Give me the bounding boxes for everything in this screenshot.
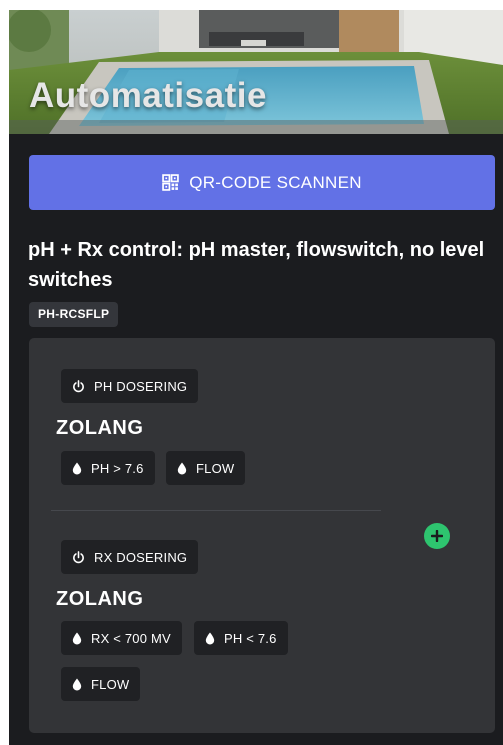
condition-label: FLOW	[91, 676, 130, 692]
qr-scan-label: QR-CODE SCANNEN	[189, 172, 362, 192]
automation-rules-card: PH DOSERING ZOLANG PH > 7.6 FLOW RX DOSE…	[29, 338, 495, 733]
power-icon	[73, 550, 84, 563]
drop-icon	[205, 632, 215, 644]
condition-chip[interactable]: PH > 7.6	[61, 451, 155, 485]
condition-label: PH < 7.6	[224, 630, 277, 646]
condition-chip[interactable]: PH < 7.6	[194, 621, 288, 655]
condition-chip[interactable]: FLOW	[61, 667, 141, 701]
drop-icon	[72, 632, 82, 644]
condition-chip[interactable]: FLOW	[166, 451, 246, 485]
plus-icon	[431, 530, 443, 542]
condition-keyword: ZOLANG	[56, 588, 144, 610]
qr-scan-button[interactable]: QR-CODE SCANNEN	[29, 155, 495, 210]
power-icon	[73, 379, 84, 392]
condition-label: FLOW	[196, 460, 235, 476]
rule-action-label: RX DOSERING	[94, 549, 188, 565]
rule-action-chip[interactable]: PH DOSERING	[61, 369, 199, 403]
condition-chip[interactable]: RX < 700 MV	[61, 621, 182, 655]
model-badge: PH-RCSFLP	[29, 302, 119, 327]
qr-code-icon	[162, 174, 179, 191]
page-title: Automatisatie	[29, 76, 267, 115]
drop-icon	[72, 678, 82, 690]
device-title: pH + Rx control: pH master, flowswitch, …	[28, 239, 485, 291]
rule-divider	[51, 510, 381, 511]
rule-action-chip[interactable]: RX DOSERING	[61, 540, 199, 574]
condition-label: PH > 7.6	[91, 460, 144, 476]
condition-keyword: ZOLANG	[56, 417, 144, 439]
rule-action-label: PH DOSERING	[94, 378, 188, 394]
app-frame: Automatisatie QR-CODE SCANNEN pH + Rx co…	[9, 10, 503, 745]
drop-icon	[72, 462, 82, 474]
header-banner: Automatisatie	[9, 10, 503, 134]
condition-label: RX < 700 MV	[91, 630, 171, 646]
drop-icon	[177, 462, 187, 474]
add-rule-button[interactable]	[424, 523, 450, 549]
